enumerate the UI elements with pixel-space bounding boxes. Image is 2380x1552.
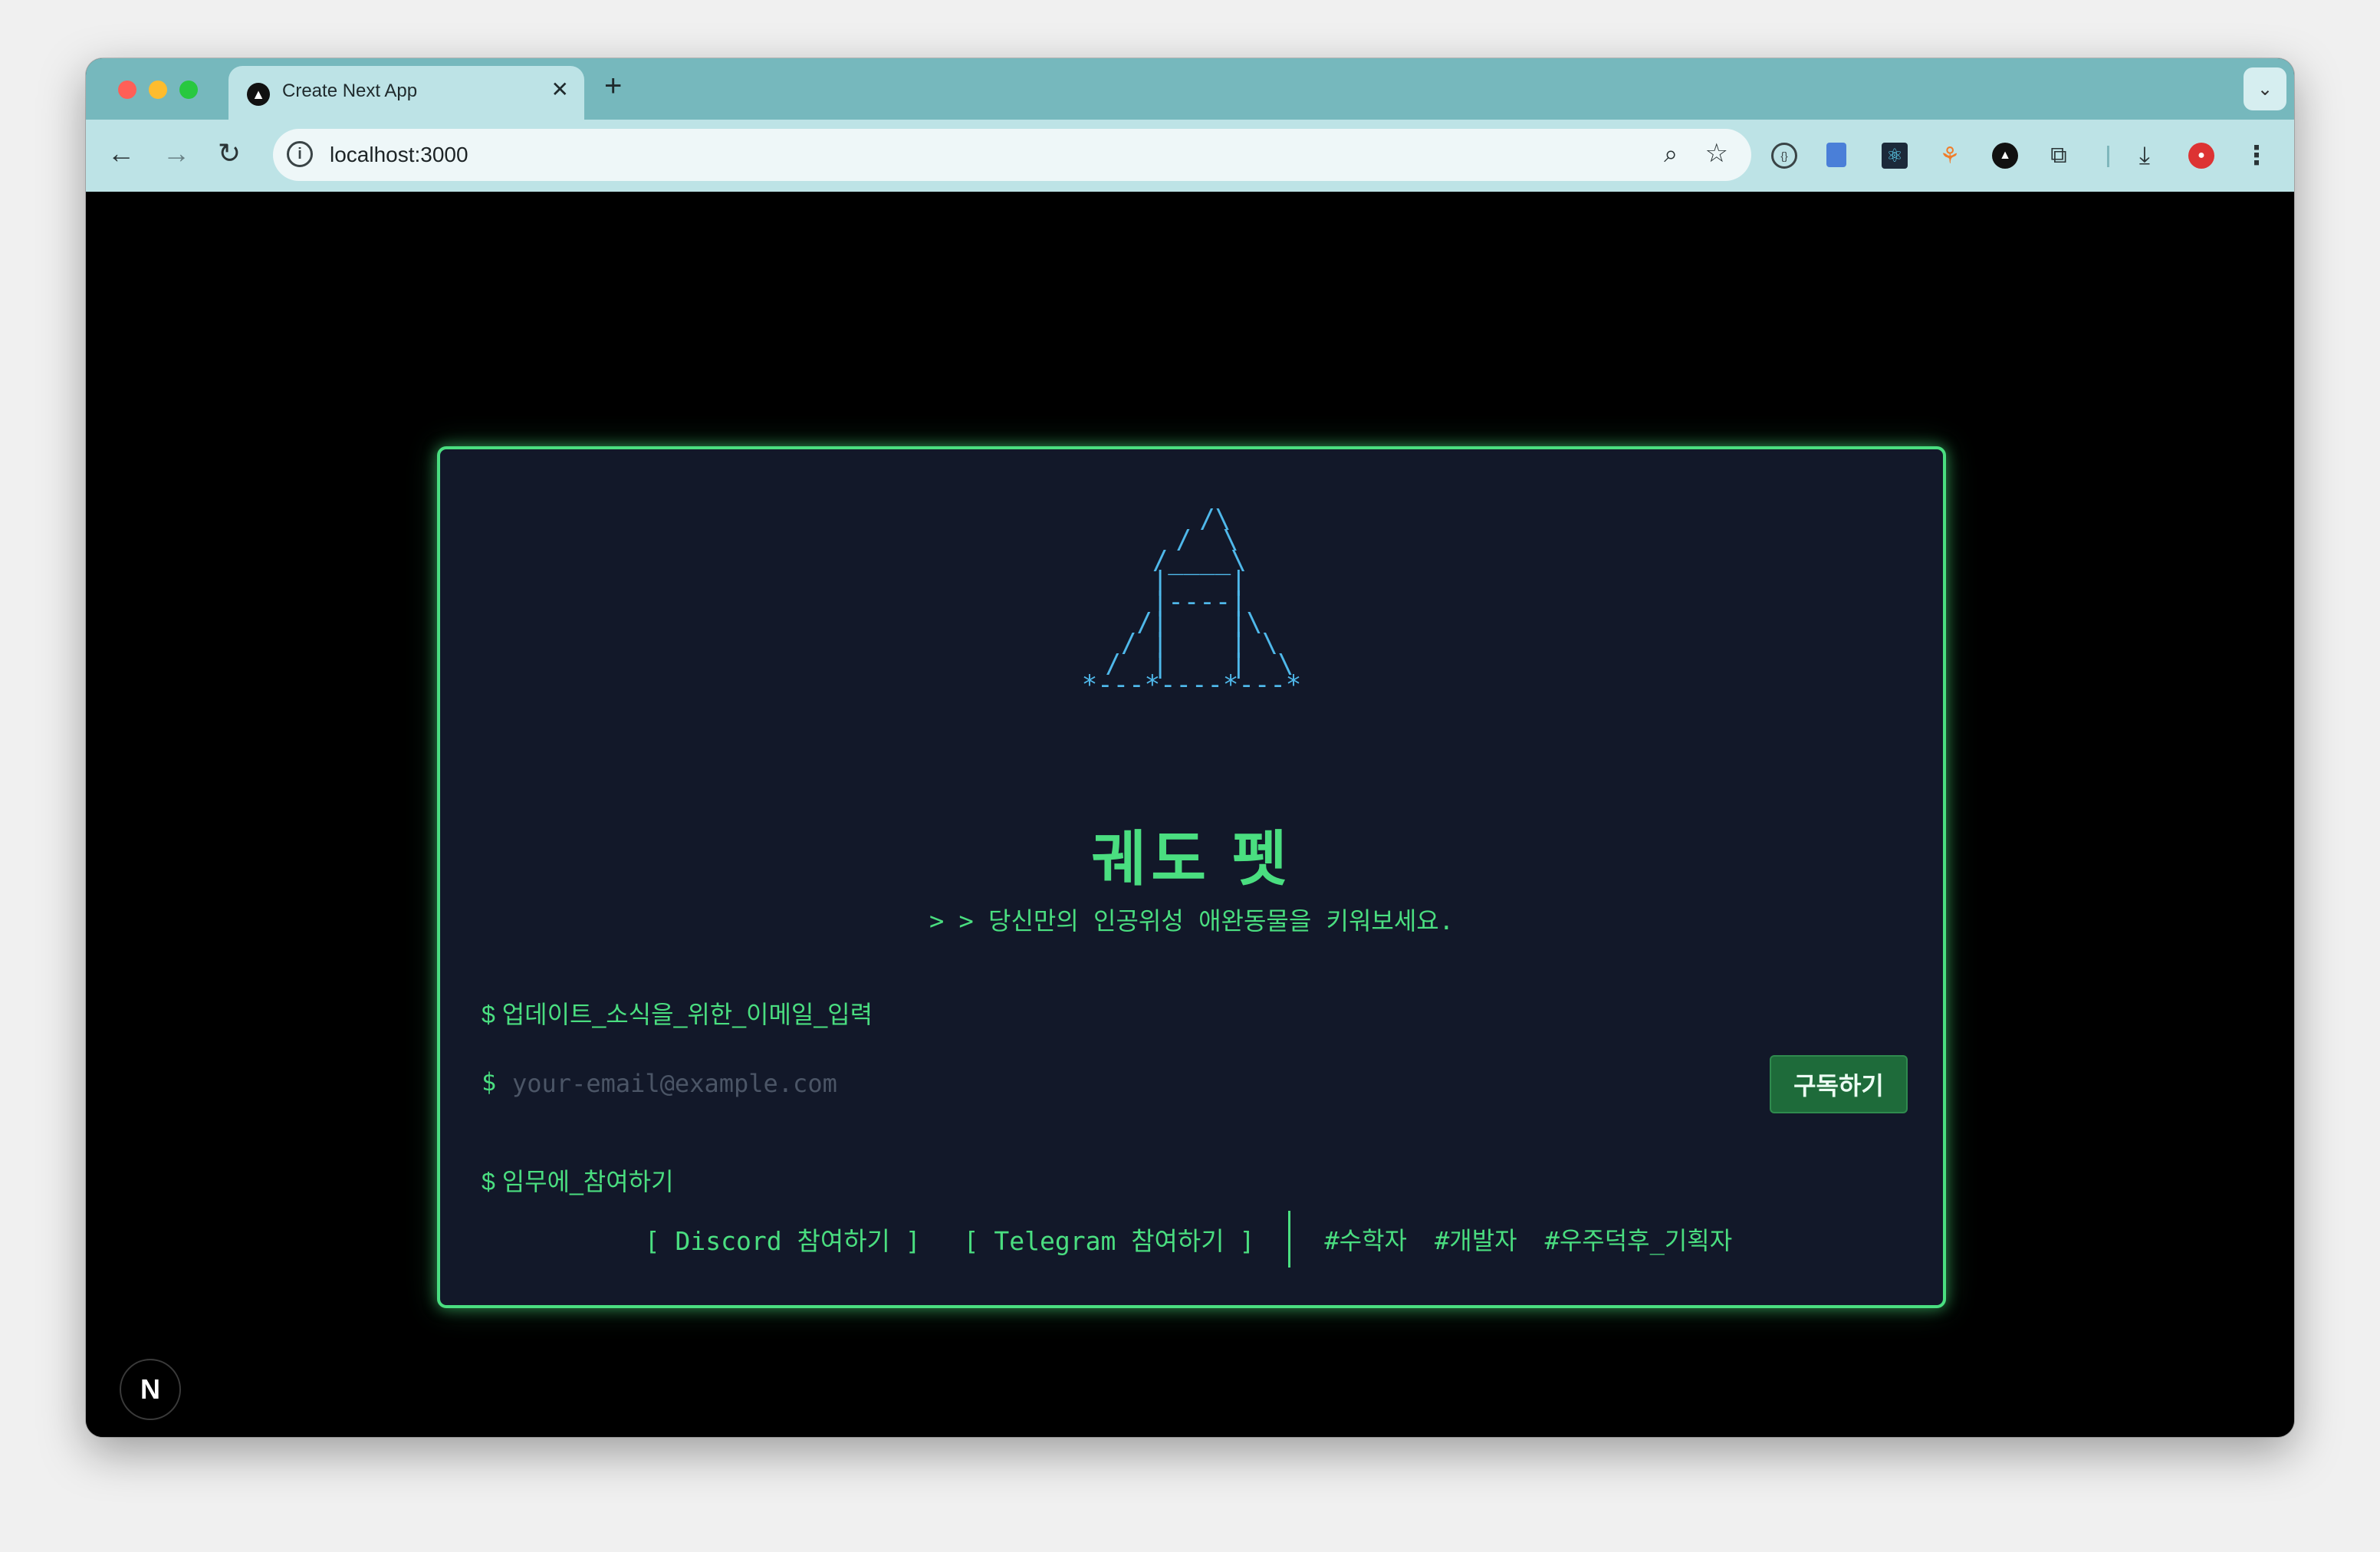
forward-icon[interactable]: → xyxy=(163,140,190,167)
vercel-favicon-icon: ▲ xyxy=(247,83,270,106)
landing-card: /\ / \ /____\ | | |----| /| |\ / | | \ /… xyxy=(437,446,1946,1308)
discord-link[interactable]: [ Discord 참여하기 ] xyxy=(645,1221,921,1258)
bookmark-star-icon[interactable]: ☆ xyxy=(1705,138,1728,169)
zoom-icon[interactable]: ⌕ xyxy=(1664,140,1678,169)
url-text[interactable]: localhost:3000 xyxy=(330,143,468,167)
window-minimize-button[interactable] xyxy=(149,81,167,99)
extensions-puzzle-icon[interactable]: ⧉ xyxy=(2046,143,2072,169)
email-input[interactable] xyxy=(511,1061,1741,1106)
react-devtools-icon[interactable]: ⚛ xyxy=(1882,143,1908,169)
page-content: /\ / \ /____\ | | |----| /| |\ / | | \ /… xyxy=(86,192,2294,1437)
email-section-label: $ 업데이트_소식을_위한_이메일_입력 xyxy=(482,1001,873,1028)
site-info-icon[interactable]: i xyxy=(287,141,313,167)
mission-section-label: $ 임무에_참여하기 xyxy=(482,1168,674,1195)
extension-json-icon[interactable]: {} xyxy=(1771,143,1797,169)
email-prompt-symbol: $ xyxy=(482,1067,497,1097)
tab-search-button[interactable]: ⌄ xyxy=(2244,67,2286,110)
new-tab-button[interactable]: + xyxy=(604,71,622,101)
links-divider xyxy=(1288,1211,1291,1268)
telegram-link[interactable]: [ Telegram 참여하기 ] xyxy=(964,1221,1255,1258)
extension-sidebar-icon[interactable] xyxy=(1826,143,1846,167)
tab-close-icon[interactable]: ✕ xyxy=(551,79,569,100)
nextjs-dev-indicator-icon[interactable]: N xyxy=(120,1359,181,1420)
vercel-extension-icon[interactable]: ▲ xyxy=(1992,143,2018,169)
community-links: [ Discord 참여하기 ] [ Telegram 참여하기 ] #수학자 … xyxy=(440,1208,1943,1270)
toolbar-divider xyxy=(2107,146,2109,167)
back-icon[interactable]: ← xyxy=(107,140,135,167)
email-form: $ 구독하기 xyxy=(482,1055,1908,1113)
extension-orange-icon[interactable]: ⚘ xyxy=(1937,143,1963,169)
tab-title: Create Next App xyxy=(282,81,418,101)
window-close-button[interactable] xyxy=(118,81,136,99)
browser-window: ▲ Create Next App ✕ + ⌄ ← → ↻ i localhos… xyxy=(86,58,2294,1437)
page-subtitle: > > 당신만의 인공위성 애완동물을 키워보세요. xyxy=(929,906,1455,935)
browser-toolbar: ← → ↻ i localhost:3000 ⌕ ☆ {} ⚛ ⚘ ▲ ⧉ ⤓ … xyxy=(86,120,2294,192)
page-title: 궤도 펫 xyxy=(1091,825,1292,893)
tag-developer: #개발자 xyxy=(1434,1226,1517,1255)
tab-create-next-app[interactable]: ▲ Create Next App ✕ xyxy=(228,66,584,120)
tag-mathematician: #수학자 xyxy=(1324,1226,1407,1255)
rocket-ascii-art: /\ / \ /____\ | | |----| /| |\ / | | \ /… xyxy=(1081,504,1302,700)
tab-strip: ▲ Create Next App ✕ + ⌄ xyxy=(86,58,2294,120)
tag-space-planner: #우주덕후_기획자 xyxy=(1544,1226,1733,1255)
profile-avatar-icon[interactable]: ● xyxy=(2188,143,2214,169)
address-bar[interactable]: i localhost:3000 ⌕ ☆ xyxy=(273,129,1751,181)
window-maximize-button[interactable] xyxy=(179,81,198,99)
subscribe-button[interactable]: 구독하기 xyxy=(1770,1055,1908,1113)
browser-menu-icon[interactable]: ⋮ xyxy=(2244,141,2270,170)
downloads-icon[interactable]: ⤓ xyxy=(2132,141,2158,169)
reload-icon[interactable]: ↻ xyxy=(218,140,241,167)
